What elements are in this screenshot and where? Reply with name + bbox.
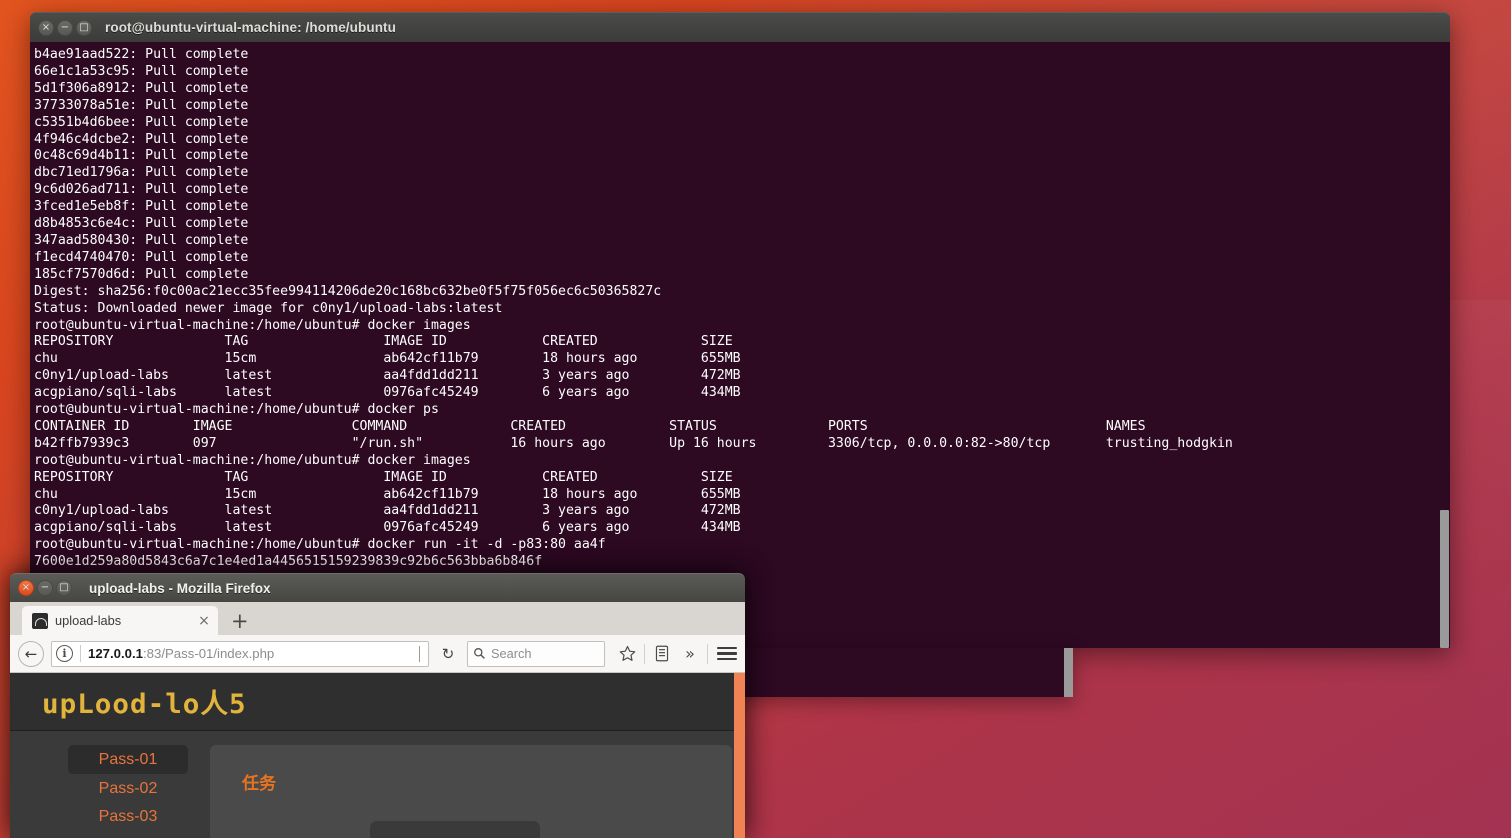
tab-favicon-icon (32, 612, 48, 629)
close-tab-icon[interactable]: × (196, 613, 212, 629)
sidebar-item-pass-02[interactable]: Pass-02 (68, 774, 188, 803)
firefox-close-button[interactable]: × (18, 580, 34, 596)
terminal-window[interactable]: × − □ root@ubuntu-virtual-machine: /home… (30, 12, 1450, 648)
firefox-tabstrip[interactable]: upload-labs × + (10, 602, 745, 635)
search-placeholder: Search (491, 646, 532, 661)
firefox-window-title: upload-labs - Mozilla Firefox (89, 580, 271, 596)
terminal-scrollbar[interactable] (1439, 42, 1450, 648)
task-panel: 任务 (210, 745, 732, 838)
sidebar-item-pass-03[interactable]: Pass-03 (68, 802, 188, 831)
browser-tab-label: upload-labs (55, 613, 122, 628)
web-page-viewport[interactable]: upLood-lo人5 Pass-01 Pass-02 Pass-03 任务 (10, 673, 745, 838)
firefox-maximize-button[interactable]: □ (56, 580, 72, 596)
page-scrollbar[interactable] (734, 673, 745, 838)
url-path: :83/Pass-01/index.php (143, 646, 275, 661)
terminal-lower-scrollbar-thumb[interactable] (1064, 648, 1073, 697)
page-main: Pass-01 Pass-02 Pass-03 任务 (10, 731, 745, 838)
browser-tab[interactable]: upload-labs × (22, 606, 218, 635)
bookmark-star-icon[interactable] (613, 640, 641, 668)
firefox-titlebar[interactable]: × − □ upload-labs - Mozilla Firefox (10, 573, 745, 602)
url-host: 127.0.0.1 (88, 646, 143, 661)
back-button[interactable]: ← (18, 640, 44, 667)
library-icon[interactable] (648, 640, 676, 668)
firefox-minimize-button[interactable]: − (37, 580, 53, 596)
firefox-window[interactable]: × − □ upload-labs - Mozilla Firefox uplo… (10, 573, 745, 838)
search-icon (474, 648, 485, 659)
task-heading: 任务 (242, 774, 276, 793)
search-input[interactable]: Search (467, 640, 605, 667)
url-bar[interactable]: i 127.0.0.1:83/Pass-01/index.php (51, 640, 429, 667)
menu-hamburger-icon[interactable] (717, 646, 737, 661)
overflow-chevrons-icon[interactable]: » (676, 640, 704, 668)
terminal-body[interactable]: b4ae91aad522: Pull complete 66e1c1a53c95… (30, 42, 1450, 648)
upload-form-box[interactable] (370, 821, 540, 838)
site-logo[interactable]: upLood-lo人5 (42, 682, 247, 721)
terminal-title: root@ubuntu-virtual-machine: /home/ubunt… (105, 20, 396, 35)
toolbar-divider-2 (707, 643, 708, 664)
terminal-titlebar[interactable]: × − □ root@ubuntu-virtual-machine: /home… (30, 12, 1450, 42)
toolbar-divider (644, 643, 645, 664)
site-identity-icon[interactable]: i (56, 645, 73, 662)
hamburger-line-1 (717, 646, 737, 650)
urlbar-divider (80, 645, 81, 662)
terminal-scrollbar-thumb[interactable] (1440, 510, 1449, 648)
urlbar-caret (419, 645, 420, 662)
new-tab-button[interactable]: + (231, 611, 249, 632)
hamburger-line-2 (717, 652, 737, 655)
site-header: upLood-lo人5 (10, 673, 745, 731)
hamburger-line-3 (717, 657, 737, 661)
pass-level-nav[interactable]: Pass-01 Pass-02 Pass-03 (68, 745, 188, 838)
url-text: 127.0.0.1:83/Pass-01/index.php (88, 646, 419, 661)
firefox-navigation-toolbar[interactable]: ← i 127.0.0.1:83/Pass-01/index.php ↻ Sea… (10, 635, 745, 673)
reload-icon[interactable]: ↻ (435, 641, 461, 667)
sidebar-item-pass-01[interactable]: Pass-01 (68, 745, 188, 774)
terminal-output: b4ae91aad522: Pull complete 66e1c1a53c95… (34, 47, 1233, 570)
